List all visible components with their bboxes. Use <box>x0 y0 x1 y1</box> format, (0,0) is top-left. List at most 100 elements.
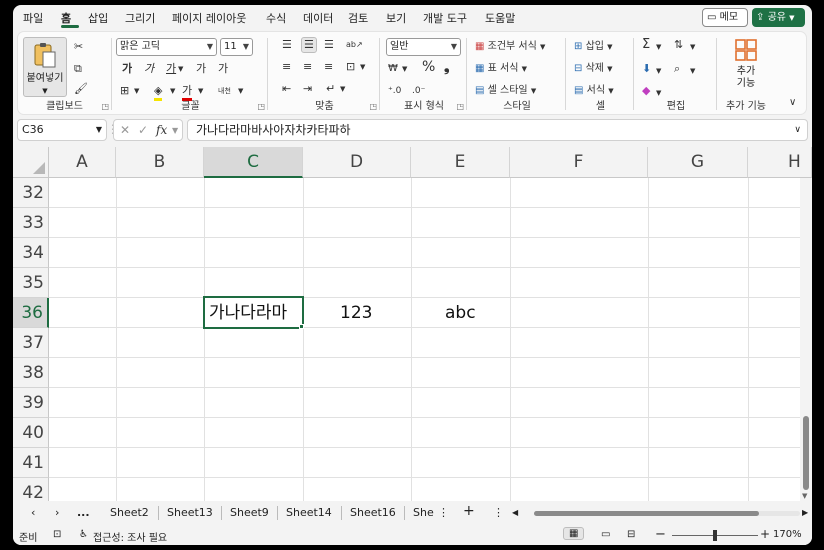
horizontal-scrollbar[interactable] <box>534 511 800 516</box>
column-header-d[interactable]: D <box>303 147 411 178</box>
row-header-33[interactable]: 33 <box>13 208 49 238</box>
autosum-icon[interactable]: Σ <box>642 38 650 52</box>
formula-input[interactable]: 가나다라마바사아자차카타파하 ∨ <box>187 119 808 141</box>
clear-icon[interactable]: ◆ <box>642 84 650 98</box>
increase-decimal-icon[interactable]: ⁺.0 <box>388 84 401 98</box>
more-sheets-button[interactable]: ... <box>77 506 90 519</box>
paste-button[interactable]: 붙여넣기 ▼ <box>23 37 67 97</box>
drag-handle-icon[interactable]: ⋮ <box>493 506 504 519</box>
select-all-button[interactable] <box>13 147 49 178</box>
decrease-decimal-icon[interactable]: .0⁻ <box>412 84 425 98</box>
copy-icon[interactable]: ⧉ <box>74 62 82 76</box>
font-name-select[interactable]: 맑은 고딕 ▼ <box>116 38 217 56</box>
align-middle-icon[interactable]: ☰ <box>301 37 317 53</box>
row-header-38[interactable]: 38 <box>13 358 49 388</box>
accessibility-status[interactable]: 접근성: 조사 필요 <box>93 529 167 544</box>
tab-page-layout[interactable]: 페이지 레이아웃 <box>172 10 246 26</box>
chevron-down-icon[interactable]: ▼ <box>198 84 203 98</box>
underline-button[interactable]: 가 <box>166 62 176 76</box>
worksheet-grid[interactable]: A B C D E F G H 32 33 34 35 36 37 38 39 … <box>13 147 812 501</box>
insert-function-icon[interactable]: fx <box>156 123 167 137</box>
addins-button[interactable]: 추가 기능 <box>724 38 768 94</box>
normal-view-icon[interactable]: ▦ <box>563 527 585 540</box>
scroll-right-icon[interactable]: ▶ <box>802 508 808 517</box>
zoom-out-icon[interactable]: − <box>655 527 666 542</box>
align-center-icon[interactable]: ≡ <box>303 60 312 74</box>
zoom-in-icon[interactable]: + <box>760 527 770 541</box>
chevron-down-icon[interactable]: ▼ <box>238 84 243 98</box>
increase-indent-icon[interactable]: ⇥ <box>303 82 312 96</box>
sort-filter-icon[interactable]: ⇅ <box>674 38 683 52</box>
row-header-39[interactable]: 39 <box>13 388 49 418</box>
sheet-tab-sheet16[interactable]: Sheet16 <box>350 506 396 519</box>
tab-home[interactable]: 홈 <box>61 10 71 26</box>
row-header-34[interactable]: 34 <box>13 238 49 268</box>
sheet-tab-sheet9[interactable]: Sheet9 <box>230 506 269 519</box>
chevron-down-icon[interactable]: ▼ <box>178 62 183 76</box>
collapse-ribbon-icon[interactable]: ∨ <box>789 96 796 110</box>
row-header-32[interactable]: 32 <box>13 178 49 208</box>
comma-style-icon[interactable]: ❟ <box>444 60 450 74</box>
chevron-down-icon[interactable]: ▼ <box>170 84 175 98</box>
row-header-36[interactable]: 36 <box>13 298 49 328</box>
decrease-indent-icon[interactable]: ⇤ <box>282 82 291 96</box>
chevron-down-icon[interactable]: ▼ <box>360 60 365 74</box>
vertical-scroll-thumb[interactable] <box>803 416 809 490</box>
align-left-icon[interactable]: ≡ <box>282 60 291 74</box>
page-layout-view-icon[interactable]: ▭ <box>601 529 610 540</box>
italic-button[interactable]: 가 <box>144 62 154 76</box>
chevron-down-icon[interactable]: ▼ <box>690 64 695 78</box>
enter-icon[interactable]: ✓ <box>138 123 148 137</box>
fill-handle[interactable] <box>299 324 304 329</box>
format-cells-button[interactable]: ▤ 서식 ▼ <box>574 84 614 98</box>
vertical-scrollbar[interactable]: ▼ <box>800 178 812 501</box>
percent-icon[interactable]: % <box>422 60 435 74</box>
increase-font-button[interactable]: 가 <box>196 62 206 76</box>
font-size-select[interactable]: 11 ▼ <box>220 38 253 56</box>
scroll-tabs-left-icon[interactable]: ‹ <box>31 506 35 519</box>
tab-formulas[interactable]: 수식 <box>266 10 286 26</box>
chevron-down-icon[interactable]: ▼ <box>340 82 345 96</box>
align-right-icon[interactable]: ≡ <box>324 60 333 74</box>
column-header-b[interactable]: B <box>116 147 204 178</box>
tab-view[interactable]: 보기 <box>386 10 406 26</box>
wrap-text-icon[interactable]: ↵ <box>326 82 335 96</box>
bold-button[interactable]: 가 <box>122 62 132 76</box>
fill-icon[interactable]: ⬇ <box>642 62 651 76</box>
accessibility-icon[interactable]: ♿ <box>79 529 88 540</box>
tab-developer[interactable]: 개발 도구 <box>423 10 467 26</box>
zoom-level[interactable]: 170% <box>773 529 802 540</box>
row-header-40[interactable]: 40 <box>13 418 49 448</box>
dialog-launcher-icon[interactable]: ◳ <box>257 102 265 111</box>
row-header-42[interactable]: 42 <box>13 478 49 501</box>
scroll-left-icon[interactable]: ◀ <box>512 508 518 517</box>
insert-cells-button[interactable]: ⊞ 삽입 ▼ <box>574 40 613 54</box>
comments-button[interactable]: ▭ 메모 <box>702 8 748 27</box>
dialog-launcher-icon[interactable]: ◳ <box>101 102 109 111</box>
format-painter-icon[interactable]: 🖌 <box>74 82 88 96</box>
column-header-c[interactable]: C <box>204 147 303 178</box>
column-header-g[interactable]: G <box>648 147 748 178</box>
sheet-tab-partial[interactable]: She <box>413 506 435 519</box>
decrease-font-button[interactable]: 가 <box>218 62 228 76</box>
page-break-view-icon[interactable]: ⊟ <box>627 529 635 540</box>
share-button[interactable]: ⇪ 공유 ▼ <box>752 8 805 27</box>
scroll-down-icon[interactable]: ▼ <box>802 492 807 500</box>
chevron-down-icon[interactable]: ▼ <box>134 84 139 98</box>
row-header-41[interactable]: 41 <box>13 448 49 478</box>
dialog-launcher-icon[interactable]: ◳ <box>456 102 464 111</box>
sheet-tab-sheet13[interactable]: Sheet13 <box>167 506 213 519</box>
align-bottom-icon[interactable]: ☰ <box>324 38 334 52</box>
column-header-h[interactable]: H <box>748 147 812 178</box>
add-sheet-icon[interactable]: + <box>463 503 475 519</box>
chevron-down-icon[interactable]: ▼ <box>656 40 661 54</box>
scroll-tabs-right-icon[interactable]: › <box>55 506 59 519</box>
tab-insert[interactable]: 삽입 <box>88 10 108 26</box>
number-format-select[interactable]: 일반 ▼ <box>386 38 461 56</box>
column-header-e[interactable]: E <box>411 147 510 178</box>
borders-icon[interactable]: ⊞ <box>120 84 129 98</box>
cell-styles-button[interactable]: ▤ 셀 스타일 ▼ <box>475 84 536 98</box>
tab-review[interactable]: 검토 <box>348 10 368 26</box>
row-header-37[interactable]: 37 <box>13 328 49 358</box>
delete-cells-button[interactable]: ⊟ 삭제 ▼ <box>574 62 613 76</box>
